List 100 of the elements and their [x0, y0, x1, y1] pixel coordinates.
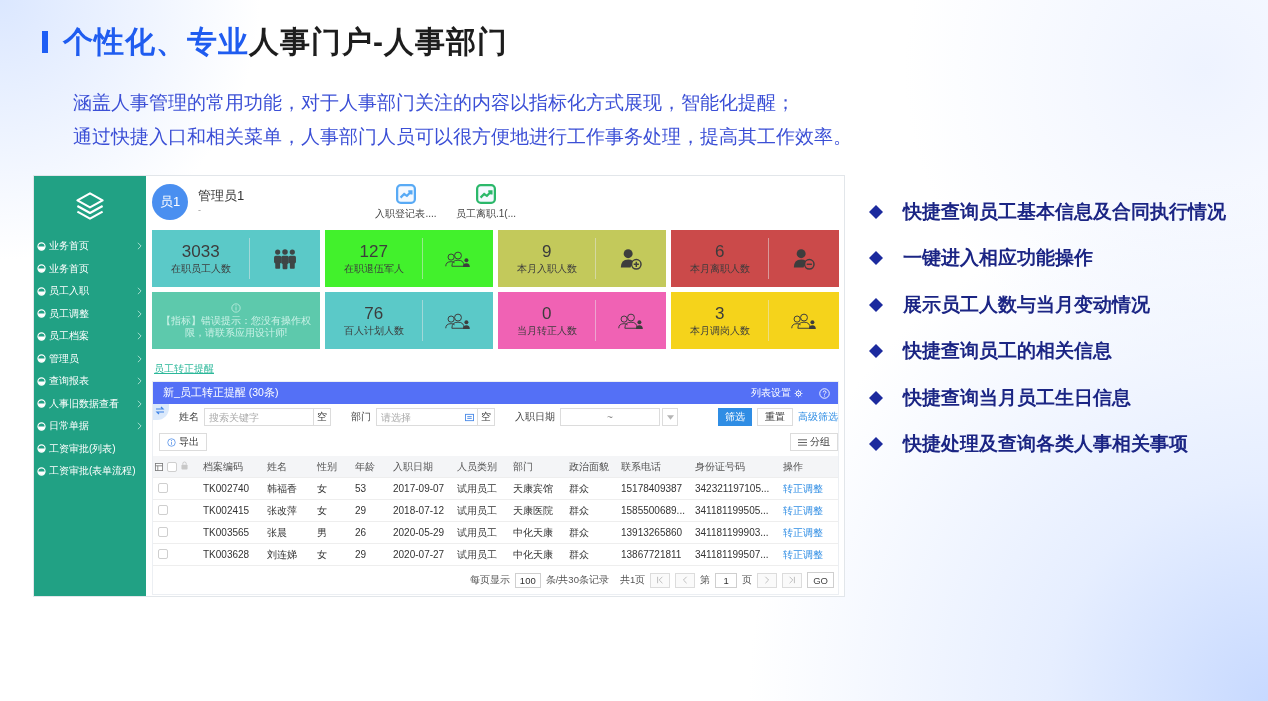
table-cell: 中化天康 [509, 543, 565, 566]
table-cell: 女 [313, 543, 351, 566]
table-cell: TK002740 [199, 477, 263, 500]
department-select[interactable]: 请选择 [376, 408, 478, 426]
sidebar-item[interactable]: 业务首页 [34, 257, 146, 280]
sidebar-item[interactable]: 员工调整 [34, 302, 146, 325]
table-cell: TK003628 [199, 543, 263, 566]
reminder-link[interactable]: 员工转正提醒 [154, 363, 214, 375]
half-circle-icon [37, 444, 46, 454]
settings-icon [794, 388, 803, 398]
last-page-icon [788, 576, 797, 584]
adjust-link[interactable]: 转正调整 [783, 548, 823, 560]
half-circle-icon [37, 399, 46, 409]
diamond-icon [869, 297, 883, 312]
export-button[interactable]: 导出 [159, 433, 207, 451]
half-circle-icon [37, 354, 46, 364]
stat-value: 0 [542, 304, 552, 324]
row-checkbox[interactable] [158, 526, 168, 537]
column-header: 部门 [509, 456, 565, 478]
table-cell: 女 [313, 499, 351, 522]
adjust-link[interactable]: 转正调整 [783, 504, 823, 516]
panel-title: 新_员工转正提醒 (30条) [163, 386, 280, 400]
half-circle-icon [37, 264, 46, 274]
people-icon [272, 247, 299, 270]
sidebar-item[interactable]: 业务首页 [34, 235, 146, 258]
sidebar-item[interactable]: 人事旧数据查看 [34, 392, 146, 415]
table-cell: 群众 [565, 499, 617, 522]
diamond-icon [869, 390, 883, 405]
record-total: 条/共30条记录 [545, 573, 609, 587]
help-icon[interactable] [819, 387, 830, 399]
sidebar-item[interactable]: 员工档案 [34, 325, 146, 348]
group-button[interactable]: 分组 [790, 433, 838, 451]
table-cell: 试用员工 [453, 521, 509, 544]
advanced-filter-link[interactable]: 高级筛选 [798, 410, 838, 424]
stat-value: 3 [715, 304, 725, 324]
shortcut-button[interactable]: 入职登记表.... [368, 183, 444, 221]
list-settings-button[interactable]: 列表设置 [751, 386, 803, 400]
adjust-link[interactable]: 转正调整 [783, 482, 823, 494]
table-cell: 341181199507... [691, 543, 779, 566]
adjust-link[interactable]: 转正调整 [783, 526, 823, 538]
table-cell: 天康医院 [509, 499, 565, 522]
sidebar-item[interactable]: 日常单据 [34, 415, 146, 438]
shortcut-button[interactable]: 员工离职.1(... [448, 183, 524, 221]
half-circle-icon [37, 466, 46, 476]
chevron-right-icon [137, 309, 142, 318]
stat-value: 127 [359, 242, 388, 262]
half-circle-icon [37, 241, 46, 251]
column-header: 人员类别 [453, 456, 509, 478]
sidebar-item[interactable]: 员工入职 [34, 280, 146, 303]
intro-text: 通过快捷入口和相关菜单，人事部门人员可以很方便地进行工作事务处理，提高其工作效率。 [73, 125, 853, 149]
stat-value: 3033 [181, 242, 220, 262]
highlight-text: 一键进入相应功能操作 [903, 246, 1093, 271]
table-cell: 群众 [565, 521, 617, 544]
stat-label: 本月入职人数 [516, 262, 577, 275]
list-icon [465, 412, 474, 422]
sidebar-item[interactable]: 工资审批(表单流程) [34, 460, 146, 483]
info-icon [167, 437, 176, 447]
table-cell: 天康宾馆 [509, 477, 565, 500]
row-checkbox[interactable] [158, 482, 168, 493]
table-cell: 341181199505... [691, 499, 779, 522]
column-header: 联系电话 [617, 456, 691, 478]
name-search-field[interactable]: 搜索关键字 [204, 408, 314, 426]
row-checkbox[interactable] [158, 548, 168, 559]
user-note: - [198, 204, 201, 216]
stat-value: 6 [715, 242, 725, 262]
sidebar-item[interactable]: 查询报表 [34, 370, 146, 393]
table-cell: 试用员工 [453, 543, 509, 566]
diamond-icon [869, 205, 883, 219]
stat-label: 百人计划人数 [343, 324, 404, 337]
user-remove-icon [791, 247, 818, 270]
stat-label: 在职退伍军人 [343, 262, 404, 275]
table-cell: 张晨 [263, 521, 313, 544]
table-cell: 13913265860 [617, 521, 691, 544]
select-all-checkbox[interactable] [167, 461, 177, 472]
go-button[interactable]: GO [807, 572, 834, 588]
date-range-field[interactable]: ~ [560, 408, 660, 426]
layers-icon [75, 192, 105, 220]
page-total: 共1页 [619, 573, 646, 587]
date-dropdown-button[interactable] [662, 408, 678, 426]
row-checkbox[interactable] [158, 504, 168, 515]
column-settings-icon[interactable] [155, 462, 163, 471]
sidebar-item[interactable]: 工资审批(列表) [34, 437, 146, 460]
page-size-field[interactable]: 100 [514, 572, 541, 588]
stat-label: 当月转正人数 [516, 324, 577, 337]
chevron-right-icon [137, 399, 142, 408]
chevron-right-icon [137, 242, 142, 251]
stat-value: 9 [542, 242, 552, 262]
chevron-left-icon [681, 576, 690, 584]
sidebar-item[interactable]: 管理员 [34, 347, 146, 370]
filter-button[interactable]: 筛选 [718, 408, 752, 426]
table-cell: 韩福香 [263, 477, 313, 500]
table-cell: 341181199903... [691, 521, 779, 544]
table-cell: 群众 [565, 477, 617, 500]
filter-label: 姓名 [179, 410, 199, 424]
page-number-field[interactable]: 1 [715, 572, 738, 588]
lock-icon [181, 461, 188, 470]
swap-icon[interactable] [153, 404, 169, 420]
reset-button[interactable]: 重置 [757, 408, 793, 426]
highlight-text: 快捷查询员工的相关信息 [903, 339, 1112, 364]
table-cell: 29 [351, 499, 389, 522]
